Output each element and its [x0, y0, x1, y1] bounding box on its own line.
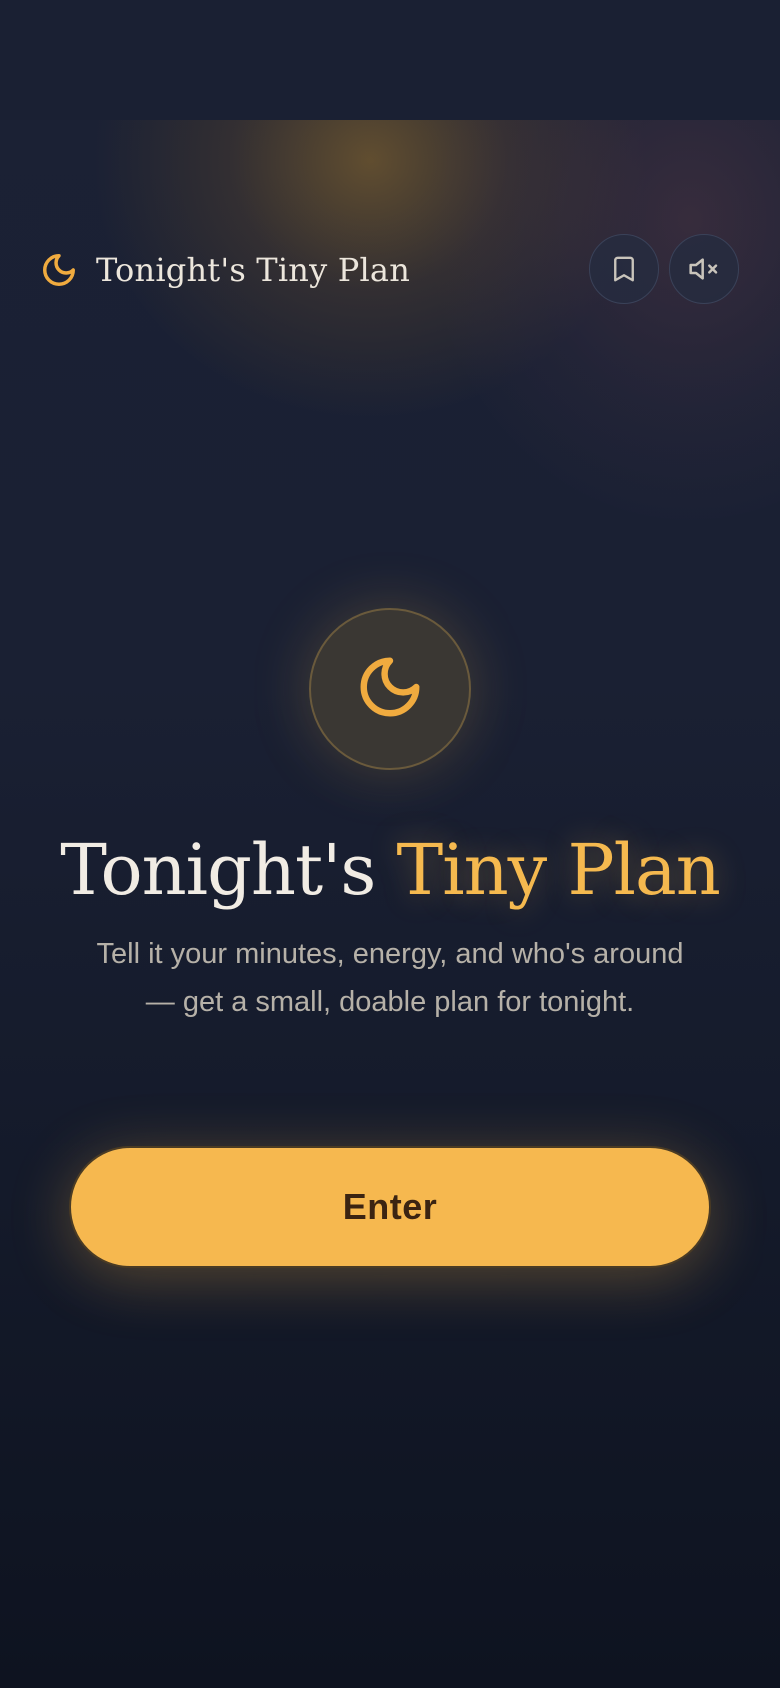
speaker-muted-icon — [688, 253, 720, 285]
hero-title-main: Tonight's — [60, 829, 397, 911]
moon-icon — [355, 652, 425, 726]
hero-title-accent: Tiny Plan — [396, 829, 721, 911]
app-screen: Tonight's Tiny Plan Tonight's Tiny Plan … — [0, 0, 780, 1688]
hero-subtitle: Tell it your minutes, energy, and who's … — [96, 938, 684, 1018]
status-bar-area — [0, 0, 780, 120]
landing-view: Tonight's Tiny Plan Tonight's Tiny Plan … — [0, 120, 780, 1688]
hero-moon-badge — [309, 608, 471, 770]
enter-button-label: Enter — [342, 1186, 438, 1227]
brand-name: Tonight's Tiny Plan — [96, 251, 411, 289]
top-bar: Tonight's Tiny Plan — [40, 232, 740, 308]
bookmark-button[interactable] — [589, 234, 659, 304]
ambient-glow-secondary — [430, 120, 780, 520]
hero-title: Tonight's Tiny Plan — [0, 820, 780, 920]
enter-button[interactable]: Enter — [69, 1146, 711, 1268]
bookmark-icon — [609, 254, 639, 284]
brand: Tonight's Tiny Plan — [40, 232, 410, 308]
mute-toggle-button[interactable] — [669, 234, 739, 304]
moon-icon — [40, 251, 78, 289]
